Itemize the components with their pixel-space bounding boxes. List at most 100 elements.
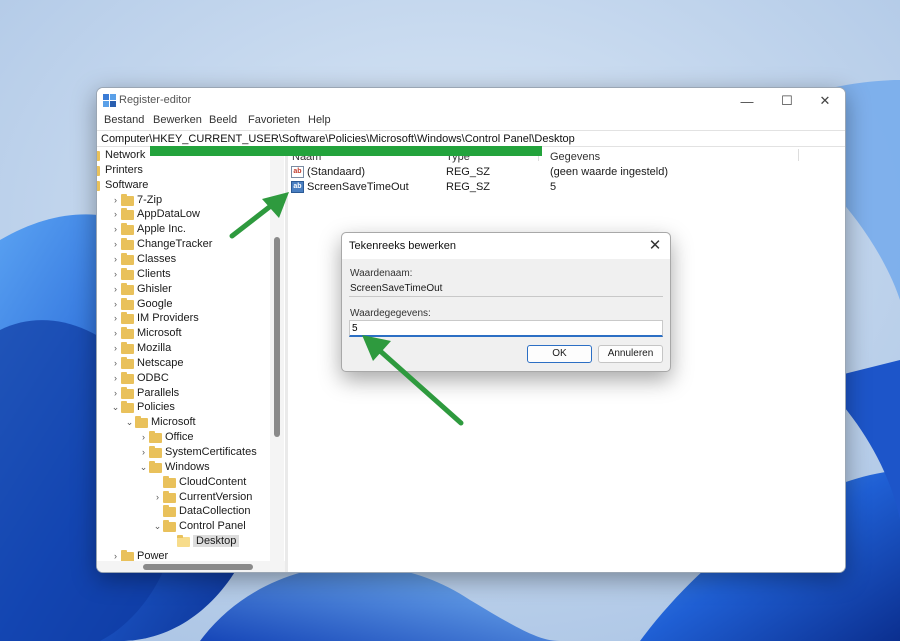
chevron-right-icon[interactable]: › <box>111 282 120 297</box>
chevron-right-icon[interactable]: › <box>111 326 120 341</box>
tree-node-label: Google <box>137 297 173 310</box>
close-icon: ✕ <box>819 93 831 108</box>
tree-node-label: Parallels <box>137 386 180 399</box>
chevron-down-icon[interactable]: ⌄ <box>111 400 120 415</box>
folder-icon <box>121 238 134 251</box>
folder-icon <box>163 475 176 488</box>
close-button[interactable]: ✕ <box>805 88 845 114</box>
chevron-right-icon[interactable]: › <box>111 222 120 237</box>
value-name: (Standaard) <box>307 166 366 178</box>
tree-node-label: Office <box>165 431 194 444</box>
close-icon: ✕ <box>648 237 662 254</box>
tree-node-label: Desktop <box>193 535 240 548</box>
chevron-right-icon[interactable] <box>167 534 176 549</box>
folder-icon <box>121 282 134 295</box>
folder-icon <box>121 356 134 369</box>
tree-node-label: Policies <box>137 401 175 414</box>
chevron-right-icon[interactable]: › <box>139 430 148 445</box>
cancel-button[interactable]: Annuleren <box>598 345 663 363</box>
menu-favorieten[interactable]: Favorieten <box>248 114 300 126</box>
chevron-right-icon[interactable]: › <box>153 490 162 505</box>
address-path: Computer\HKEY_CURRENT_USER\Software\Poli… <box>101 133 575 145</box>
folder-icon <box>121 223 134 236</box>
chevron-right-icon[interactable] <box>153 504 162 519</box>
ok-button[interactable]: OK <box>527 345 592 363</box>
column-header-data[interactable]: Gegevens <box>550 151 600 163</box>
folder-icon <box>121 252 134 265</box>
folder-icon <box>163 520 176 533</box>
chevron-right-icon[interactable]: › <box>111 193 120 208</box>
menu-bestand[interactable]: Bestand <box>104 114 144 126</box>
column-separator[interactable] <box>798 149 799 161</box>
value-row-standaard[interactable]: ab (Standaard) REG_SZ (geen waarde inges… <box>288 165 808 180</box>
tree-node-label: DataCollection <box>179 505 251 518</box>
tree-node-label: Windows <box>165 460 210 473</box>
chevron-down-icon[interactable]: ⌄ <box>153 519 162 534</box>
dialog-close-button[interactable]: ✕ <box>644 236 666 256</box>
folder-icon <box>97 151 100 161</box>
folder-icon <box>163 505 176 518</box>
folder-icon <box>97 180 100 191</box>
maximize-icon: ☐ <box>781 93 793 108</box>
binary-value-icon: ab <box>291 181 304 193</box>
value-data: (geen waarde ingesteld) <box>550 166 669 178</box>
folder-icon <box>149 460 162 473</box>
tree-vertical-scrollbar[interactable] <box>270 147 284 561</box>
tree-node-label: Microsoft <box>151 416 196 429</box>
folder-icon <box>121 401 134 414</box>
tree-node-label: AppDataLow <box>137 208 200 221</box>
title-bar[interactable]: Register-editor — ☐ ✕ <box>97 88 845 114</box>
string-value-icon: ab <box>291 166 304 178</box>
chevron-right-icon[interactable]: › <box>111 207 120 222</box>
tree-vertical-scroll-thumb[interactable] <box>274 237 280 437</box>
window-title: Register-editor <box>119 94 192 106</box>
tree-node-label: Netscape <box>137 356 184 369</box>
folder-icon <box>177 535 190 548</box>
tree-node-label: Network <box>105 149 146 161</box>
dialog-title: Tekenreeks bewerken <box>349 240 457 252</box>
address-bar[interactable]: Computer\HKEY_CURRENT_USER\Software\Poli… <box>97 130 845 147</box>
chevron-right-icon[interactable]: › <box>111 386 120 401</box>
folder-icon <box>121 327 134 340</box>
menu-help[interactable]: Help <box>308 114 331 126</box>
chevron-right-icon[interactable]: › <box>111 371 120 386</box>
chevron-down-icon[interactable]: ⌄ <box>125 415 134 430</box>
value-row-screensavetimeout[interactable]: ab ScreenSaveTimeOut REG_SZ 5 <box>288 180 808 195</box>
tree-node-label: Software <box>105 178 149 191</box>
chevron-right-icon[interactable]: › <box>111 267 120 282</box>
tree-node-label: CloudContent <box>179 475 247 488</box>
value-data-input[interactable] <box>349 320 663 337</box>
chevron-right-icon[interactable]: › <box>111 341 120 356</box>
tree-node-label: Mozilla <box>137 342 172 355</box>
value-data: 5 <box>550 181 557 193</box>
chevron-right-icon[interactable]: › <box>111 356 120 371</box>
chevron-right-icon[interactable]: › <box>111 297 120 312</box>
tree-node-label: ODBC <box>137 371 169 384</box>
chevron-right-icon[interactable]: › <box>111 252 120 267</box>
path-highlight-annotation <box>150 146 542 156</box>
registry-editor-icon <box>103 94 116 107</box>
folder-icon <box>121 267 134 280</box>
minimize-button[interactable]: — <box>727 88 767 114</box>
chevron-right-icon[interactable] <box>153 475 162 490</box>
minimize-icon: — <box>740 93 754 109</box>
dialog-title-bar[interactable]: Tekenreeks bewerken ✕ <box>342 233 670 259</box>
chevron-down-icon[interactable]: ⌄ <box>139 460 148 475</box>
chevron-right-icon[interactable]: › <box>111 311 120 326</box>
tree-node-label: Classes <box>137 252 177 265</box>
menu-beeld[interactable]: Beeld <box>209 114 237 126</box>
tree-horizontal-scroll-thumb[interactable] <box>143 564 253 570</box>
tree-node-label: Clients <box>137 267 171 280</box>
folder-icon <box>149 446 162 458</box>
value-data-label: Waardegegevens: <box>350 308 431 319</box>
tree-horizontal-scrollbar[interactable] <box>97 561 285 572</box>
tree-node-label: ChangeTracker <box>137 238 213 251</box>
value-type: REG_SZ <box>446 166 491 178</box>
tree-node-label: Control Panel <box>179 520 246 533</box>
chevron-right-icon[interactable]: › <box>111 237 120 252</box>
maximize-button[interactable]: ☐ <box>767 88 807 114</box>
folder-icon <box>121 208 134 221</box>
chevron-right-icon[interactable]: › <box>139 445 148 460</box>
folder-icon <box>135 416 148 429</box>
menu-bewerken[interactable]: Bewerken <box>153 114 202 126</box>
